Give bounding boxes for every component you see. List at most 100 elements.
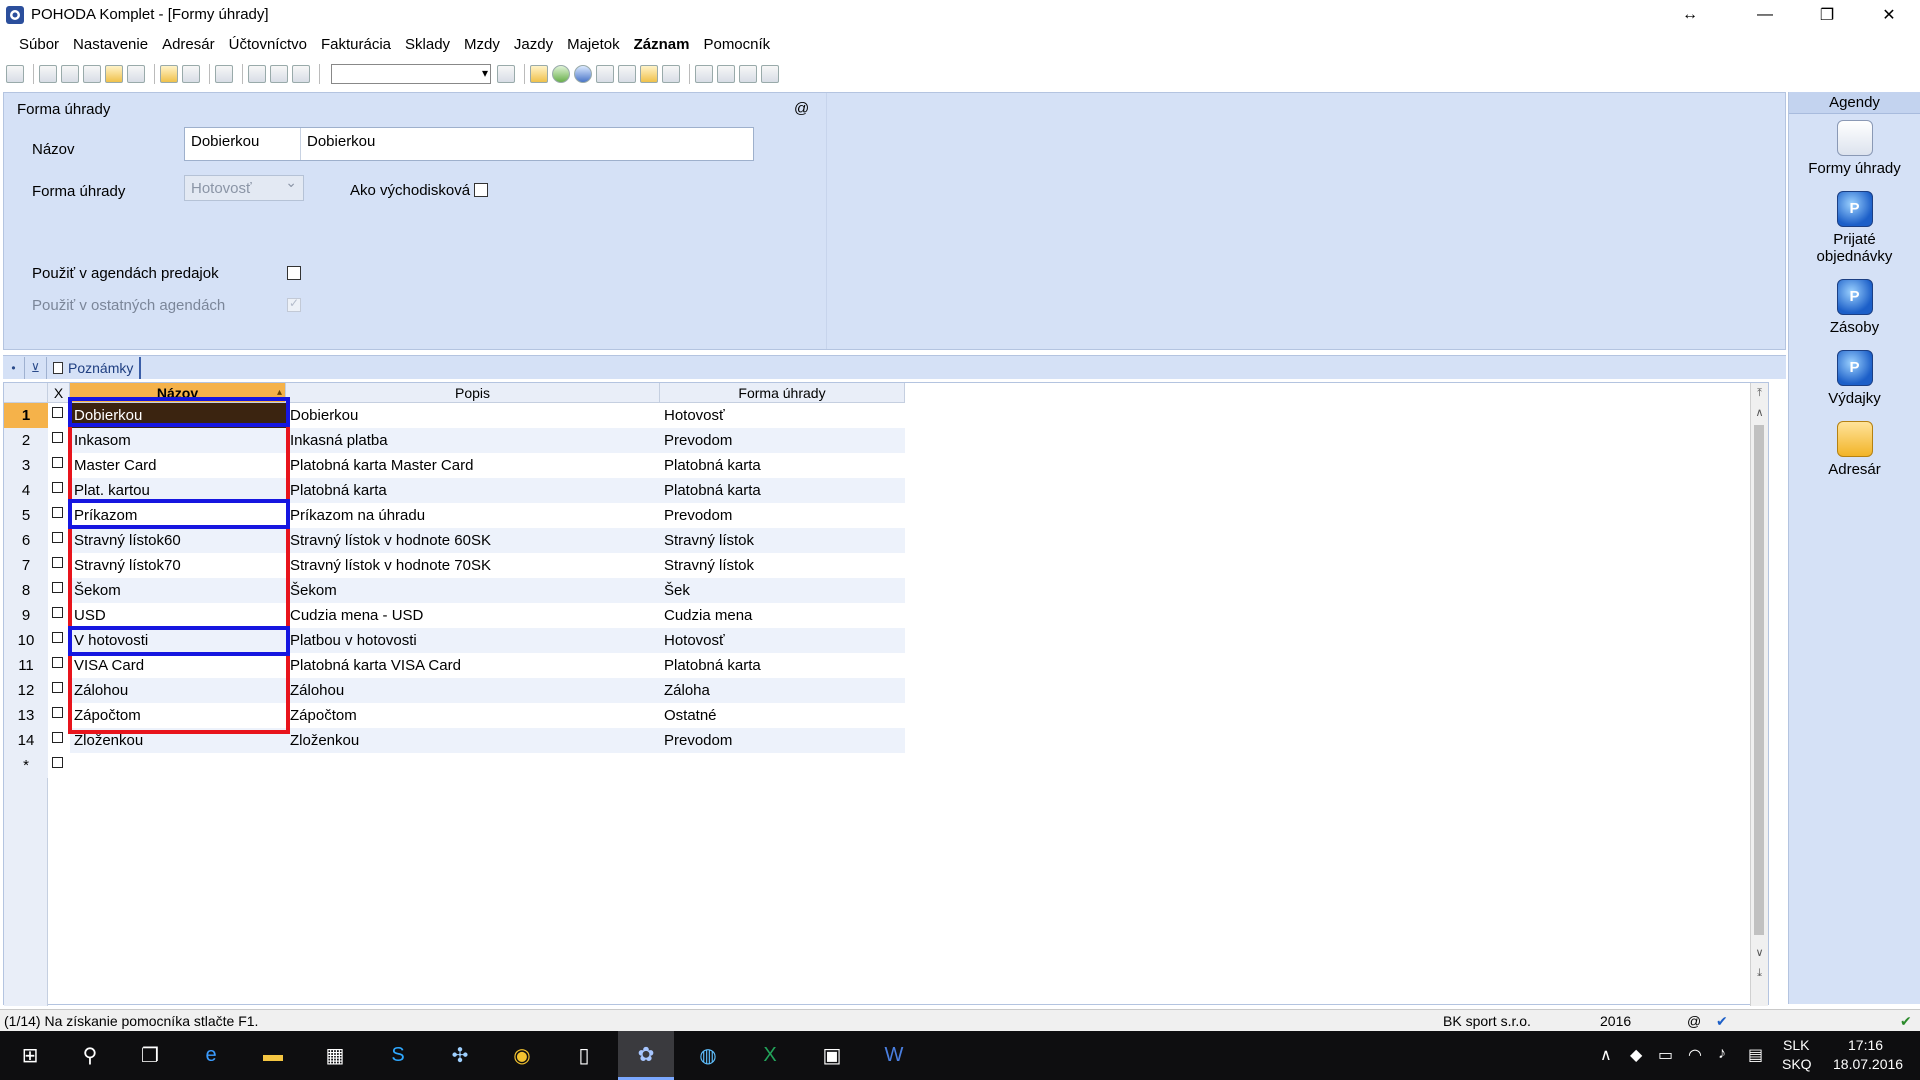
menu-pomocnik[interactable]: Pomocník [696, 36, 777, 53]
cell-popis[interactable]: Platobná karta [286, 478, 660, 503]
cell-popis[interactable]: Šekom [286, 578, 660, 603]
cell-popis[interactable]: Platobná karta VISA Card [286, 653, 660, 678]
header-forma-uhrady[interactable]: Forma úhrady [660, 383, 905, 403]
pohoda-taskbar-icon[interactable]: ✿ [618, 1031, 674, 1080]
row-number[interactable]: 5 [4, 503, 48, 528]
print-preview-icon[interactable] [83, 65, 101, 83]
cell-forma-uhrady[interactable]: Platobná karta [660, 653, 905, 678]
row-number[interactable]: 12 [4, 678, 48, 703]
forma-uhrady-select[interactable]: Hotovosť [184, 174, 304, 201]
row-number[interactable]: 14 [4, 728, 48, 753]
agenda-prijate-objednavky[interactable]: P Prijaté objednávky [1789, 191, 1920, 265]
cell-forma-uhrady[interactable]: Prevodom [660, 503, 905, 528]
clock-date[interactable]: 18.07.2016 [1833, 1056, 1903, 1072]
menu-adresar[interactable]: Adresár [155, 36, 222, 53]
volume-icon[interactable]: ♪ [1718, 1045, 1726, 1063]
calculator-icon[interactable] [618, 65, 636, 83]
row-checkbox[interactable] [52, 707, 63, 718]
row-checkbox[interactable] [52, 407, 63, 418]
menu-fakturacia[interactable]: Fakturácia [314, 36, 398, 53]
row-checkbox[interactable] [52, 457, 63, 468]
users-icon[interactable] [640, 65, 658, 83]
cell-forma-uhrady[interactable]: Prevodom [660, 428, 905, 453]
dropbox-icon[interactable]: ◆ [1630, 1045, 1642, 1065]
minimize-button[interactable]: — [1734, 0, 1796, 29]
help-icon[interactable] [761, 65, 779, 83]
row-number[interactable]: 1 [4, 403, 48, 428]
language-primary[interactable]: SLK [1783, 1037, 1809, 1053]
word-icon[interactable]: W [866, 1031, 922, 1080]
cell-forma-uhrady[interactable]: Stravný lístok [660, 528, 905, 553]
edit-icon[interactable] [182, 65, 200, 83]
agenda-vydajky[interactable]: P Výdajky [1789, 350, 1920, 407]
cell-popis[interactable]: Príkazom na úhradu [286, 503, 660, 528]
cell-popis[interactable]: Zápočtom [286, 703, 660, 728]
window-cascade-icon[interactable] [695, 65, 713, 83]
agenda-adresar[interactable]: Adresár [1789, 421, 1920, 478]
scroll-top-icon[interactable]: ⤒ [1751, 385, 1768, 401]
cell-popis[interactable]: Cudzia mena - USD [286, 603, 660, 628]
filter-icon[interactable]: ⊻ [25, 356, 47, 379]
row-checkbox[interactable] [52, 657, 63, 668]
row-number[interactable]: 6 [4, 528, 48, 553]
photos-icon[interactable]: ▣ [804, 1031, 860, 1080]
menu-jazdy[interactable]: Jazdy [507, 36, 560, 53]
scroll-up-icon[interactable]: ∧ [1751, 405, 1768, 421]
print-report-icon[interactable] [105, 65, 123, 83]
status-check-icon[interactable]: ✔ [1716, 1013, 1728, 1030]
row-checkbox[interactable] [52, 682, 63, 693]
barcode-icon[interactable] [662, 65, 680, 83]
file-explorer-icon[interactable]: ▬ [245, 1031, 301, 1080]
cell-popis[interactable]: Inkasná platba [286, 428, 660, 453]
close-button[interactable]: ✕ [1858, 0, 1920, 29]
save-icon[interactable] [248, 65, 266, 83]
internet-icon[interactable] [574, 65, 592, 83]
row-checkbox[interactable] [52, 482, 63, 493]
default-checkbox[interactable] [474, 183, 488, 197]
row-number[interactable]: 11 [4, 653, 48, 678]
cell-forma-uhrady[interactable]: Ostatné [660, 703, 905, 728]
cell-forma-uhrady[interactable]: Záloha [660, 678, 905, 703]
cell-forma-uhrady[interactable]: Prevodom [660, 728, 905, 753]
cell-popis[interactable]: Platobná karta Master Card [286, 453, 660, 478]
store-icon[interactable]: ▦ [307, 1031, 363, 1080]
scroll-bottom-icon[interactable]: ⤓ [1751, 965, 1768, 981]
row-checkbox[interactable] [52, 582, 63, 593]
clock-time[interactable]: 17:16 [1848, 1037, 1883, 1053]
cell-popis[interactable]: Platbou v hotovosti [286, 628, 660, 653]
cell-forma-uhrady[interactable]: Hotovosť [660, 403, 905, 428]
menu-uctovnictvo[interactable]: Účtovníctvo [222, 36, 314, 53]
cell-popis[interactable]: Zloženkou [286, 728, 660, 753]
refresh-icon[interactable] [552, 65, 570, 83]
cell-popis[interactable]: Zálohou [286, 678, 660, 703]
send-icon[interactable] [127, 65, 145, 83]
row-checkbox[interactable] [52, 557, 63, 568]
nazov-code-input[interactable]: Dobierkou [185, 128, 301, 160]
row-checkbox[interactable] [52, 432, 63, 443]
row-number[interactable]: 3 [4, 453, 48, 478]
tray-chevron-icon[interactable]: ∧ [1600, 1045, 1612, 1065]
new-record-icon[interactable] [160, 65, 178, 83]
cell-forma-uhrady[interactable]: Platobná karta [660, 453, 905, 478]
menu-mzdy[interactable]: Mzdy [457, 36, 507, 53]
vertical-scrollbar[interactable]: ⤒ ∧ ∨ ⤓ [1750, 383, 1768, 1006]
task-view-icon[interactable]: ❐ [122, 1031, 178, 1080]
excel-icon[interactable]: X [742, 1031, 798, 1080]
quick-search-combo[interactable] [331, 64, 491, 84]
resize-button[interactable]: ↔ [1670, 0, 1710, 29]
header-x[interactable]: X [48, 383, 70, 403]
row-checkbox[interactable] [52, 632, 63, 643]
row-checkbox[interactable] [52, 607, 63, 618]
status-year[interactable]: 2016 [1600, 1013, 1631, 1029]
at-icon[interactable]: @ [794, 100, 809, 117]
row-number[interactable]: 13 [4, 703, 48, 728]
table-icon[interactable] [596, 65, 614, 83]
scroll-thumb[interactable] [1754, 425, 1764, 935]
globe-app-icon[interactable]: ◍ [680, 1031, 736, 1080]
edge-icon[interactable]: e [183, 1031, 239, 1080]
scroll-down-icon[interactable]: ∨ [1751, 945, 1768, 961]
tab-poznamky[interactable]: Poznámky [47, 356, 142, 379]
cell-popis[interactable]: Dobierkou [286, 403, 660, 428]
row-number[interactable]: 9 [4, 603, 48, 628]
skype-icon[interactable]: S [370, 1031, 426, 1080]
